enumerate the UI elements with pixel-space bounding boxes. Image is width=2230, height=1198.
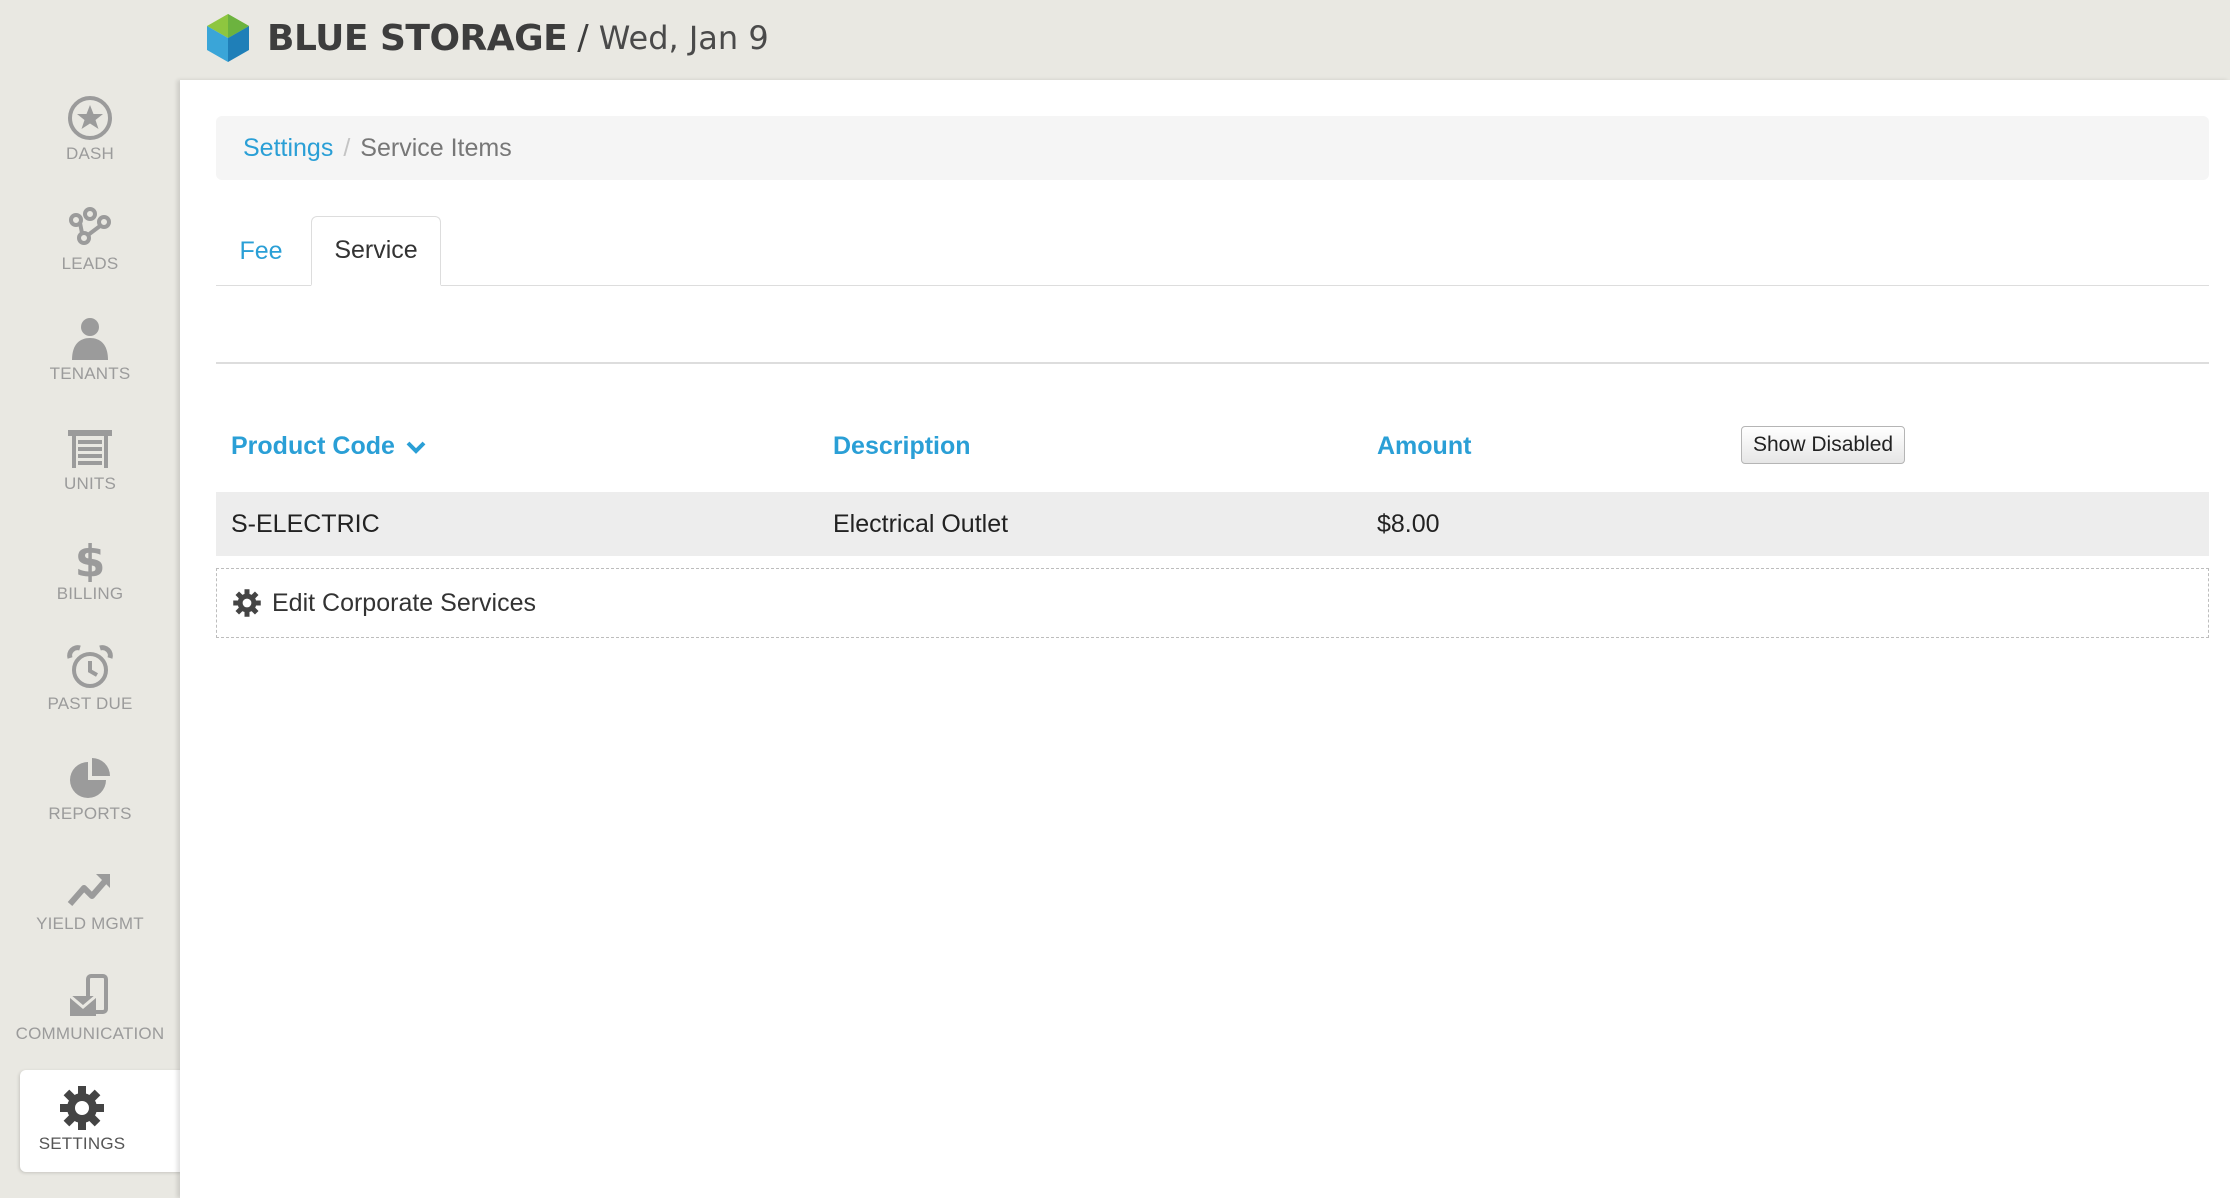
sidebar-item-label: LEADS	[61, 254, 119, 273]
cell-product-code: S-ELECTRIC	[231, 510, 380, 538]
breadcrumb-current: Service Items	[360, 133, 512, 162]
network-icon	[69, 207, 111, 245]
main-content: Settings / Service Items Fee Service Pro…	[180, 80, 2230, 1198]
breadcrumb-separator: /	[343, 133, 351, 162]
sidebar-item-label: DASH	[65, 144, 115, 163]
star-circle-icon	[68, 96, 112, 140]
sidebar-item-units[interactable]: UNITS	[0, 410, 180, 512]
column-header-product-code[interactable]: Product Code	[231, 432, 427, 461]
column-header-label: Product Code	[231, 432, 395, 460]
sidebar-item-label: REPORTS	[48, 804, 132, 823]
sidebar-item-label: BILLING	[56, 584, 124, 603]
tab-fee[interactable]: Fee	[216, 216, 306, 286]
phone-mail-icon	[69, 974, 108, 1016]
column-header-amount[interactable]: Amount	[1377, 432, 1471, 461]
sidebar-item-communication[interactable]: COMMUNICATION	[0, 960, 180, 1062]
breadcrumb-settings-link[interactable]: Settings	[243, 134, 333, 163]
cell-amount: $8.00	[1377, 510, 1440, 538]
sidebar-item-label: TENANTS	[49, 364, 131, 383]
gear-icon	[60, 1086, 104, 1130]
sidebar-item-label: PAST DUE	[47, 694, 133, 713]
gear-icon	[233, 589, 261, 617]
app-header: BLUE STORAGE / Wed, Jan 9	[0, 0, 2230, 80]
cube-logo-icon	[207, 14, 249, 62]
dollar-icon: $	[75, 536, 106, 582]
table-header: Product Code Description Amount Show Dis…	[216, 406, 2209, 492]
chevron-down-icon	[406, 441, 426, 454]
sidebar-item-settings[interactable]: SETTINGS	[20, 1070, 182, 1172]
column-header-description[interactable]: Description	[833, 432, 971, 461]
brand[interactable]: BLUE STORAGE / Wed, Jan 9	[205, 10, 769, 66]
tab-divider	[216, 285, 2209, 286]
svg-text:$: $	[75, 536, 106, 582]
edit-corporate-services-label: Edit Corporate Services	[272, 588, 537, 617]
trend-up-icon	[67, 874, 110, 906]
brand-separator: /	[577, 18, 589, 58]
sidebar-item-label: SETTINGS	[38, 1134, 126, 1153]
sidebar-item-dash[interactable]: DASH	[0, 80, 180, 182]
table-row[interactable]: S-ELECTRIC Electrical Outlet $8.00	[216, 492, 2209, 556]
alarm-clock-icon	[67, 645, 113, 688]
header-date: Wed, Jan 9	[598, 19, 769, 57]
sidebar-item-label: UNITS	[64, 474, 116, 493]
garage-door-icon	[68, 430, 112, 468]
sidebar-item-billing[interactable]: $ BILLING	[0, 520, 180, 622]
tab-bar: Fee Service	[216, 216, 2209, 364]
sidebar-item-past-due[interactable]: PAST DUE	[0, 630, 180, 732]
edit-corporate-services-link[interactable]: Edit Corporate Services	[216, 568, 2209, 638]
sidebar-item-tenants[interactable]: TENANTS	[0, 300, 180, 402]
show-disabled-button[interactable]: Show Disabled	[1741, 426, 1906, 464]
pie-chart-icon	[70, 758, 110, 798]
sidebar-item-label: COMMUNICATION	[15, 1024, 165, 1043]
person-icon	[72, 318, 108, 360]
sidebar-item-label: YIELD MGMT	[36, 914, 144, 933]
sidebar-item-reports[interactable]: REPORTS	[0, 740, 180, 842]
cell-description: Electrical Outlet	[833, 510, 1009, 538]
sidebar-nav: DASH LEADS TENANTS UNITS $ BILLING PAST …	[0, 80, 182, 1198]
sidebar-item-yield-mgmt[interactable]: YIELD MGMT	[0, 850, 180, 952]
tab-service[interactable]: Service	[311, 216, 441, 286]
sidebar-item-leads[interactable]: LEADS	[0, 190, 180, 292]
breadcrumb: Settings / Service Items	[216, 116, 2209, 180]
brand-name: BLUE STORAGE	[267, 17, 568, 59]
